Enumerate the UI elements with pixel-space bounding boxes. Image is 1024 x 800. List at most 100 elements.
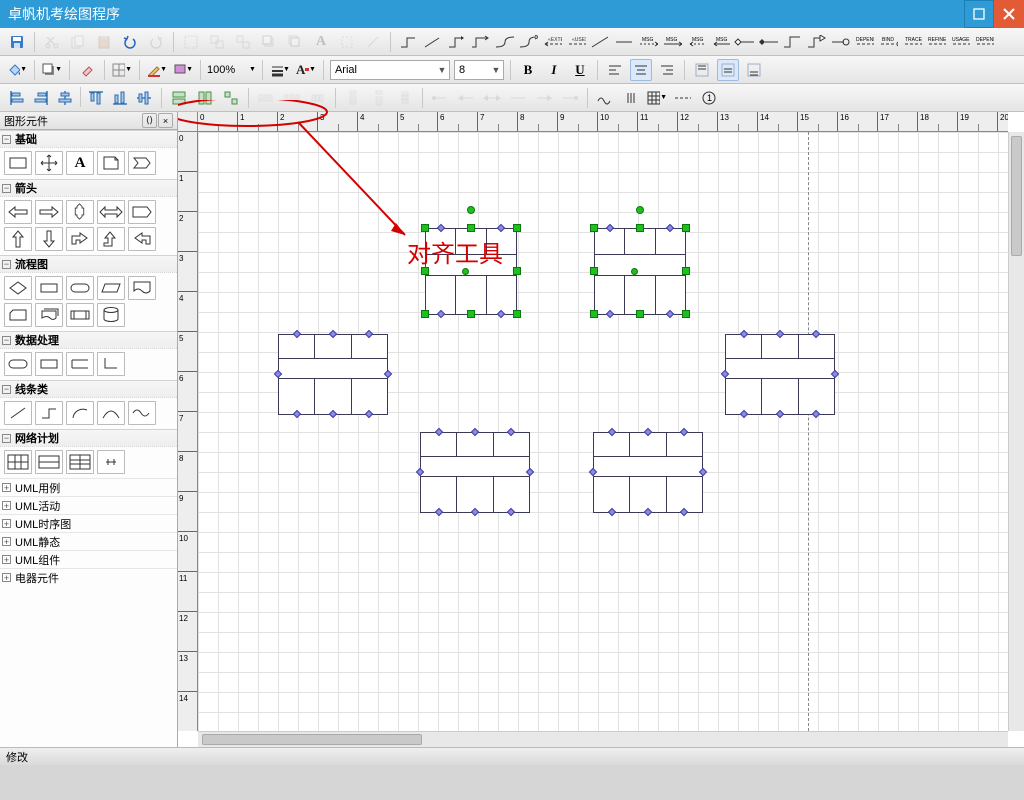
undo-button[interactable] [119, 31, 141, 53]
distribute-v2[interactable] [368, 87, 390, 109]
connector-refine[interactable]: REFINE [925, 31, 947, 53]
bold-button[interactable]: B [517, 59, 539, 81]
arrow-bendup[interactable] [97, 227, 125, 251]
distribute-v3[interactable] [394, 87, 416, 109]
connector-interface[interactable] [829, 31, 851, 53]
connector-depend[interactable]: DEPEND [853, 31, 875, 53]
category-elec[interactable]: +电器元件 [0, 568, 177, 586]
align-center-button[interactable] [630, 59, 652, 81]
fc-process[interactable] [35, 276, 63, 300]
arrow-bendleft[interactable] [128, 227, 156, 251]
category-uml-use[interactable]: +UML用例 [0, 478, 177, 496]
connector-line[interactable] [589, 31, 611, 53]
scrollbar-horizontal[interactable] [198, 731, 1008, 747]
font-size-select[interactable]: 8▼ [454, 60, 504, 80]
arrow-end-none[interactable] [559, 87, 581, 109]
align-bottom-edges[interactable] [109, 87, 131, 109]
align-vertical-center[interactable] [54, 87, 76, 109]
nw-grid[interactable] [4, 450, 32, 474]
connector-diamond-open[interactable] [733, 31, 755, 53]
connector-6[interactable] [517, 31, 539, 53]
line-color-dropdown[interactable]: ▼ [172, 59, 194, 81]
category-uml-act[interactable]: +UML活动 [0, 496, 177, 514]
arrow-up[interactable] [4, 227, 32, 251]
font-color-dropdown[interactable]: A▼ [295, 59, 317, 81]
arrow-pentagon[interactable] [128, 200, 156, 224]
zoom-display[interactable]: 100% [207, 64, 245, 76]
shadow-dropdown[interactable]: ▼ [41, 59, 63, 81]
connector-1[interactable] [397, 31, 419, 53]
canvas-block[interactable] [594, 228, 686, 315]
nw-rows[interactable] [35, 450, 63, 474]
connector-2[interactable] [421, 31, 443, 53]
same-height-button[interactable] [194, 87, 216, 109]
connector-msg1[interactable]: MSG [637, 31, 659, 53]
same-width-button[interactable] [168, 87, 190, 109]
arrow-both-tri[interactable] [481, 87, 503, 109]
italic-button[interactable]: I [543, 59, 565, 81]
connector-bind[interactable]: BIND [877, 31, 899, 53]
connector-msg4[interactable]: MSG [709, 31, 731, 53]
connector-4[interactable] [469, 31, 491, 53]
shape-rectangle[interactable] [4, 151, 32, 175]
same-size-button[interactable] [220, 87, 242, 109]
canvas-block[interactable] [278, 334, 388, 415]
arrow-updown[interactable] [66, 200, 94, 224]
shape-move[interactable] [35, 151, 63, 175]
align-left-button[interactable] [604, 59, 626, 81]
align-left-edges[interactable] [6, 87, 28, 109]
fc-terminator[interactable] [66, 276, 94, 300]
arrow-down[interactable] [35, 227, 63, 251]
pen-color-dropdown[interactable]: ▼ [146, 59, 168, 81]
connector-assoc[interactable] [781, 31, 803, 53]
category-arrows[interactable]: −箭头 [0, 179, 177, 197]
scrollbar-thumb-v[interactable] [1011, 136, 1022, 256]
valign-bottom-button[interactable] [743, 59, 765, 81]
save-button[interactable] [6, 31, 28, 53]
fc-card[interactable] [4, 303, 32, 327]
close-button[interactable] [994, 0, 1024, 28]
category-uml-comp[interactable]: +UML组件 [0, 550, 177, 568]
arrow-bendright[interactable] [66, 227, 94, 251]
eraser-button[interactable] [76, 59, 98, 81]
ungroup-button[interactable] [232, 31, 254, 53]
category-lines[interactable]: −线条类 [0, 380, 177, 398]
connector-msg3[interactable]: MSG [685, 31, 707, 53]
bars-button[interactable] [620, 87, 642, 109]
shape-chevron[interactable] [128, 151, 156, 175]
align-right-button[interactable] [656, 59, 678, 81]
valign-middle-button[interactable] [717, 59, 739, 81]
category-data[interactable]: −数据处理 [0, 331, 177, 349]
arrow-line[interactable] [507, 87, 529, 109]
circle-one-button[interactable]: 1 [698, 87, 720, 109]
category-basic[interactable]: −基础 [0, 130, 177, 148]
connector-depend2[interactable]: DEPEND [973, 31, 995, 53]
category-uml-seq[interactable]: +UML时序图 [0, 514, 177, 532]
arrow-start-tri[interactable] [455, 87, 477, 109]
align-right-edges[interactable] [30, 87, 52, 109]
dp-corner[interactable] [97, 352, 125, 376]
ln-wave[interactable] [128, 401, 156, 425]
table-dropdown[interactable]: ▼ [646, 87, 668, 109]
shape-note[interactable] [97, 151, 125, 175]
valign-top-button[interactable] [691, 59, 713, 81]
bring-front-button[interactable] [258, 31, 280, 53]
dp-openrect[interactable] [66, 352, 94, 376]
connector-trace[interactable]: TRACE [901, 31, 923, 53]
drawing-canvas[interactable] [198, 132, 1008, 731]
fc-predefined[interactable] [66, 303, 94, 327]
ruler-vertical[interactable]: 0123456789101112131415 [178, 132, 198, 731]
connector-5[interactable] [493, 31, 515, 53]
insert-text-button[interactable]: A [310, 31, 332, 53]
nw-grid2[interactable] [66, 450, 94, 474]
fc-database[interactable] [97, 303, 125, 327]
canvas-block[interactable] [725, 334, 835, 415]
paste-button[interactable] [93, 31, 115, 53]
fc-decision[interactable] [4, 276, 32, 300]
shape-text[interactable]: A [66, 151, 94, 175]
minimize-button[interactable] [964, 0, 994, 28]
fc-data[interactable] [97, 276, 125, 300]
redo-button[interactable] [145, 31, 167, 53]
connector-inherit[interactable] [805, 31, 827, 53]
insert-line-button[interactable] [362, 31, 384, 53]
